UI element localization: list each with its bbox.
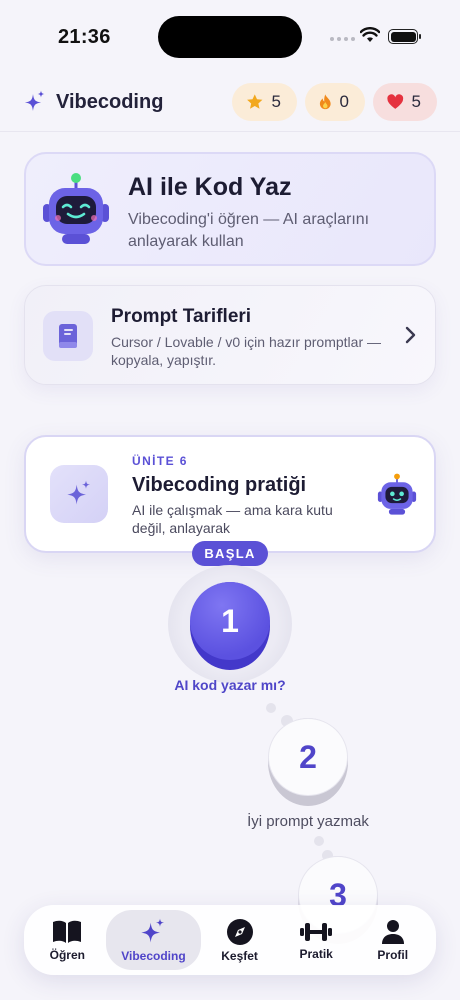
lesson-2-title[interactable]: İyi prompt yazmak <box>222 813 394 830</box>
sparkles-icon <box>25 90 45 111</box>
unit-subtitle: AI ile çalışmak — ama kara kutu değil, a… <box>132 502 333 536</box>
hero-subtitle: Vibecoding'i öğren — AI araçlarını anlay… <box>128 211 370 250</box>
fire-icon <box>319 94 331 110</box>
lesson-node-1-number: 1 <box>190 582 270 660</box>
tab-pratik[interactable]: Pratik <box>278 910 355 970</box>
prompt-recipes-title: Prompt Tarifleri <box>111 306 252 327</box>
prompt-recipes-card[interactable]: Prompt Tarifleri Cursor / Lovable / v0 i… <box>24 285 436 385</box>
lesson-1-title[interactable]: AI kod yazar mı? <box>0 677 460 693</box>
wifi-icon <box>360 27 380 42</box>
person-icon <box>381 919 404 944</box>
lesson-node-2-number: 2 <box>268 718 348 796</box>
status-time: 21:36 <box>58 26 111 48</box>
unit-icon-box <box>50 465 108 523</box>
hearts-pill[interactable]: 5 <box>373 83 437 121</box>
stars-pill[interactable]: 5 <box>232 83 297 121</box>
chevron-right-icon <box>405 326 416 344</box>
battery-icon <box>388 29 421 44</box>
lesson-node-1[interactable]: 1 <box>190 582 270 670</box>
heart-icon <box>387 94 404 109</box>
path-dot <box>314 836 324 846</box>
tab-profil-label: Profil <box>377 947 409 962</box>
stats-pills: 5 0 5 <box>232 83 437 121</box>
app-title: Vibecoding <box>56 90 164 113</box>
cellular-signal-icon <box>330 37 355 41</box>
path-dot <box>266 703 276 713</box>
book-icon <box>59 324 77 348</box>
compass-icon <box>226 918 253 945</box>
app-header: Vibecoding 5 0 5 <box>0 76 460 132</box>
dumbbell-icon <box>300 922 333 941</box>
stars-count: 5 <box>271 92 281 111</box>
status-bar: 21:36 <box>0 0 460 76</box>
book-icon <box>53 920 82 943</box>
tab-vibecoding-label: Vibecoding <box>121 948 186 963</box>
tab-kesfet-label: Keşfet <box>221 948 258 963</box>
lesson-node-2[interactable]: 2 <box>268 718 348 806</box>
sparkles-icon <box>141 918 165 942</box>
star-icon <box>247 94 263 109</box>
tab-vibecoding[interactable]: Vibecoding <box>105 910 202 970</box>
bottom-tab-bar: Öğren Vibecoding Keşfet Pratik Profil <box>24 905 436 975</box>
unit-number: ÜNİTE 6 <box>132 454 188 468</box>
streak-count: 0 <box>339 92 349 111</box>
unit-title: Vibecoding pratiği <box>132 474 307 496</box>
hero-card[interactable]: AI ile Kod Yaz Vibecoding'i öğren — AI a… <box>24 152 436 266</box>
tab-profil[interactable]: Profil <box>354 910 431 970</box>
tab-ogren-label: Öğren <box>49 947 85 962</box>
tab-ogren[interactable]: Öğren <box>29 910 106 970</box>
start-label: BAŞLA <box>192 541 268 572</box>
prompt-recipes-subtitle: Cursor / Lovable / v0 için hazır promptl… <box>111 334 381 368</box>
robot-mascot-icon <box>377 473 417 515</box>
tab-pratik-label: Pratik <box>299 946 333 961</box>
streak-pill[interactable]: 0 <box>305 83 365 121</box>
hero-title: AI ile Kod Yaz <box>128 173 292 201</box>
sparkles-icon <box>67 480 91 505</box>
robot-mascot-icon <box>43 173 109 244</box>
dynamic-island <box>158 16 302 58</box>
unit-card[interactable]: ÜNİTE 6 Vibecoding pratiği AI ile çalışm… <box>24 435 436 553</box>
tab-kesfet[interactable]: Keşfet <box>201 910 278 970</box>
book-icon-box <box>43 311 93 361</box>
brand: Vibecoding <box>24 90 163 114</box>
hearts-count: 5 <box>411 92 421 111</box>
